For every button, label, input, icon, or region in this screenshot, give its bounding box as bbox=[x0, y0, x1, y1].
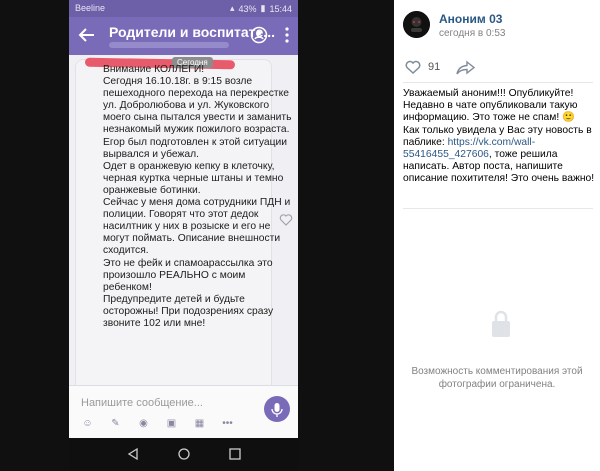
attachment-toolbar: ☺ ✎ ◉ ▣ ▦ ••• bbox=[79, 417, 236, 431]
back-arrow-icon[interactable] bbox=[78, 26, 96, 44]
nav-back-icon[interactable] bbox=[126, 447, 140, 461]
share-icon[interactable] bbox=[456, 60, 476, 75]
android-nav-bar bbox=[69, 438, 298, 471]
author-name[interactable]: Аноним 03 bbox=[439, 12, 502, 26]
wifi-icon: ▴ bbox=[229, 3, 235, 13]
post-panel: Аноним 03 сегодня в 0:53 91 Уважаемый ан… bbox=[394, 0, 600, 471]
sticker-icon[interactable]: ☺ bbox=[79, 417, 96, 431]
gallery-icon[interactable]: ▦ bbox=[191, 417, 208, 431]
post-text-part1: Уважаемый аноним!!! Опубликуйте! Недавно… bbox=[403, 88, 578, 124]
chat-header: Родители и воспитате... bbox=[69, 17, 298, 55]
lock-icon bbox=[492, 310, 510, 337]
heart-icon[interactable] bbox=[279, 213, 293, 227]
avatar-image bbox=[403, 11, 430, 38]
nav-recent-icon[interactable] bbox=[228, 447, 242, 461]
comments-restricted-notice: Возможность комментирования этой фотогра… bbox=[411, 366, 583, 390]
emoji-icon: 🙂 bbox=[562, 112, 575, 124]
gif-icon[interactable]: ▣ bbox=[163, 417, 180, 431]
add-member-icon[interactable] bbox=[250, 26, 268, 44]
battery-percent: 43% bbox=[238, 3, 257, 14]
clock: 15:44 bbox=[269, 3, 292, 14]
message-input[interactable]: Напишите сообщение... bbox=[81, 397, 203, 409]
status-bar: Beeline ▴ 43% ▮ 15:44 bbox=[69, 0, 298, 17]
doodle-icon[interactable]: ✎ bbox=[107, 417, 124, 431]
camera-icon[interactable]: ◉ bbox=[135, 417, 152, 431]
like-heart-icon bbox=[405, 60, 421, 74]
battery-icon: ▮ bbox=[260, 3, 266, 13]
divider-2 bbox=[403, 208, 593, 209]
carrier-name: Beeline bbox=[75, 3, 106, 13]
microphone-icon bbox=[271, 403, 283, 417]
divider bbox=[403, 82, 593, 83]
message-input-bar: Напишите сообщение... ☺ ✎ ◉ ▣ ▦ ••• bbox=[69, 385, 298, 439]
like-button[interactable]: 91 bbox=[405, 60, 440, 74]
nav-home-icon[interactable] bbox=[177, 447, 191, 461]
avatar[interactable] bbox=[403, 11, 430, 38]
phone-screenshot: Beeline ▴ 43% ▮ 15:44 Родители и воспита… bbox=[69, 0, 298, 471]
post-time[interactable]: сегодня в 0:53 bbox=[439, 28, 505, 39]
more-options-icon[interactable] bbox=[278, 26, 296, 44]
more-icon[interactable]: ••• bbox=[219, 417, 236, 431]
post-text: Уважаемый аноним!!! Опубликуйте! Недавно… bbox=[403, 88, 599, 186]
message-text: Внимание КОЛЛЕГИ! Сегодня 16.10.18г. в 9… bbox=[103, 64, 292, 329]
chat-subtitle-redacted bbox=[109, 42, 229, 48]
like-count: 91 bbox=[428, 61, 441, 73]
mic-button[interactable] bbox=[264, 396, 290, 422]
status-right: ▴ 43% ▮ 15:44 bbox=[230, 3, 292, 14]
